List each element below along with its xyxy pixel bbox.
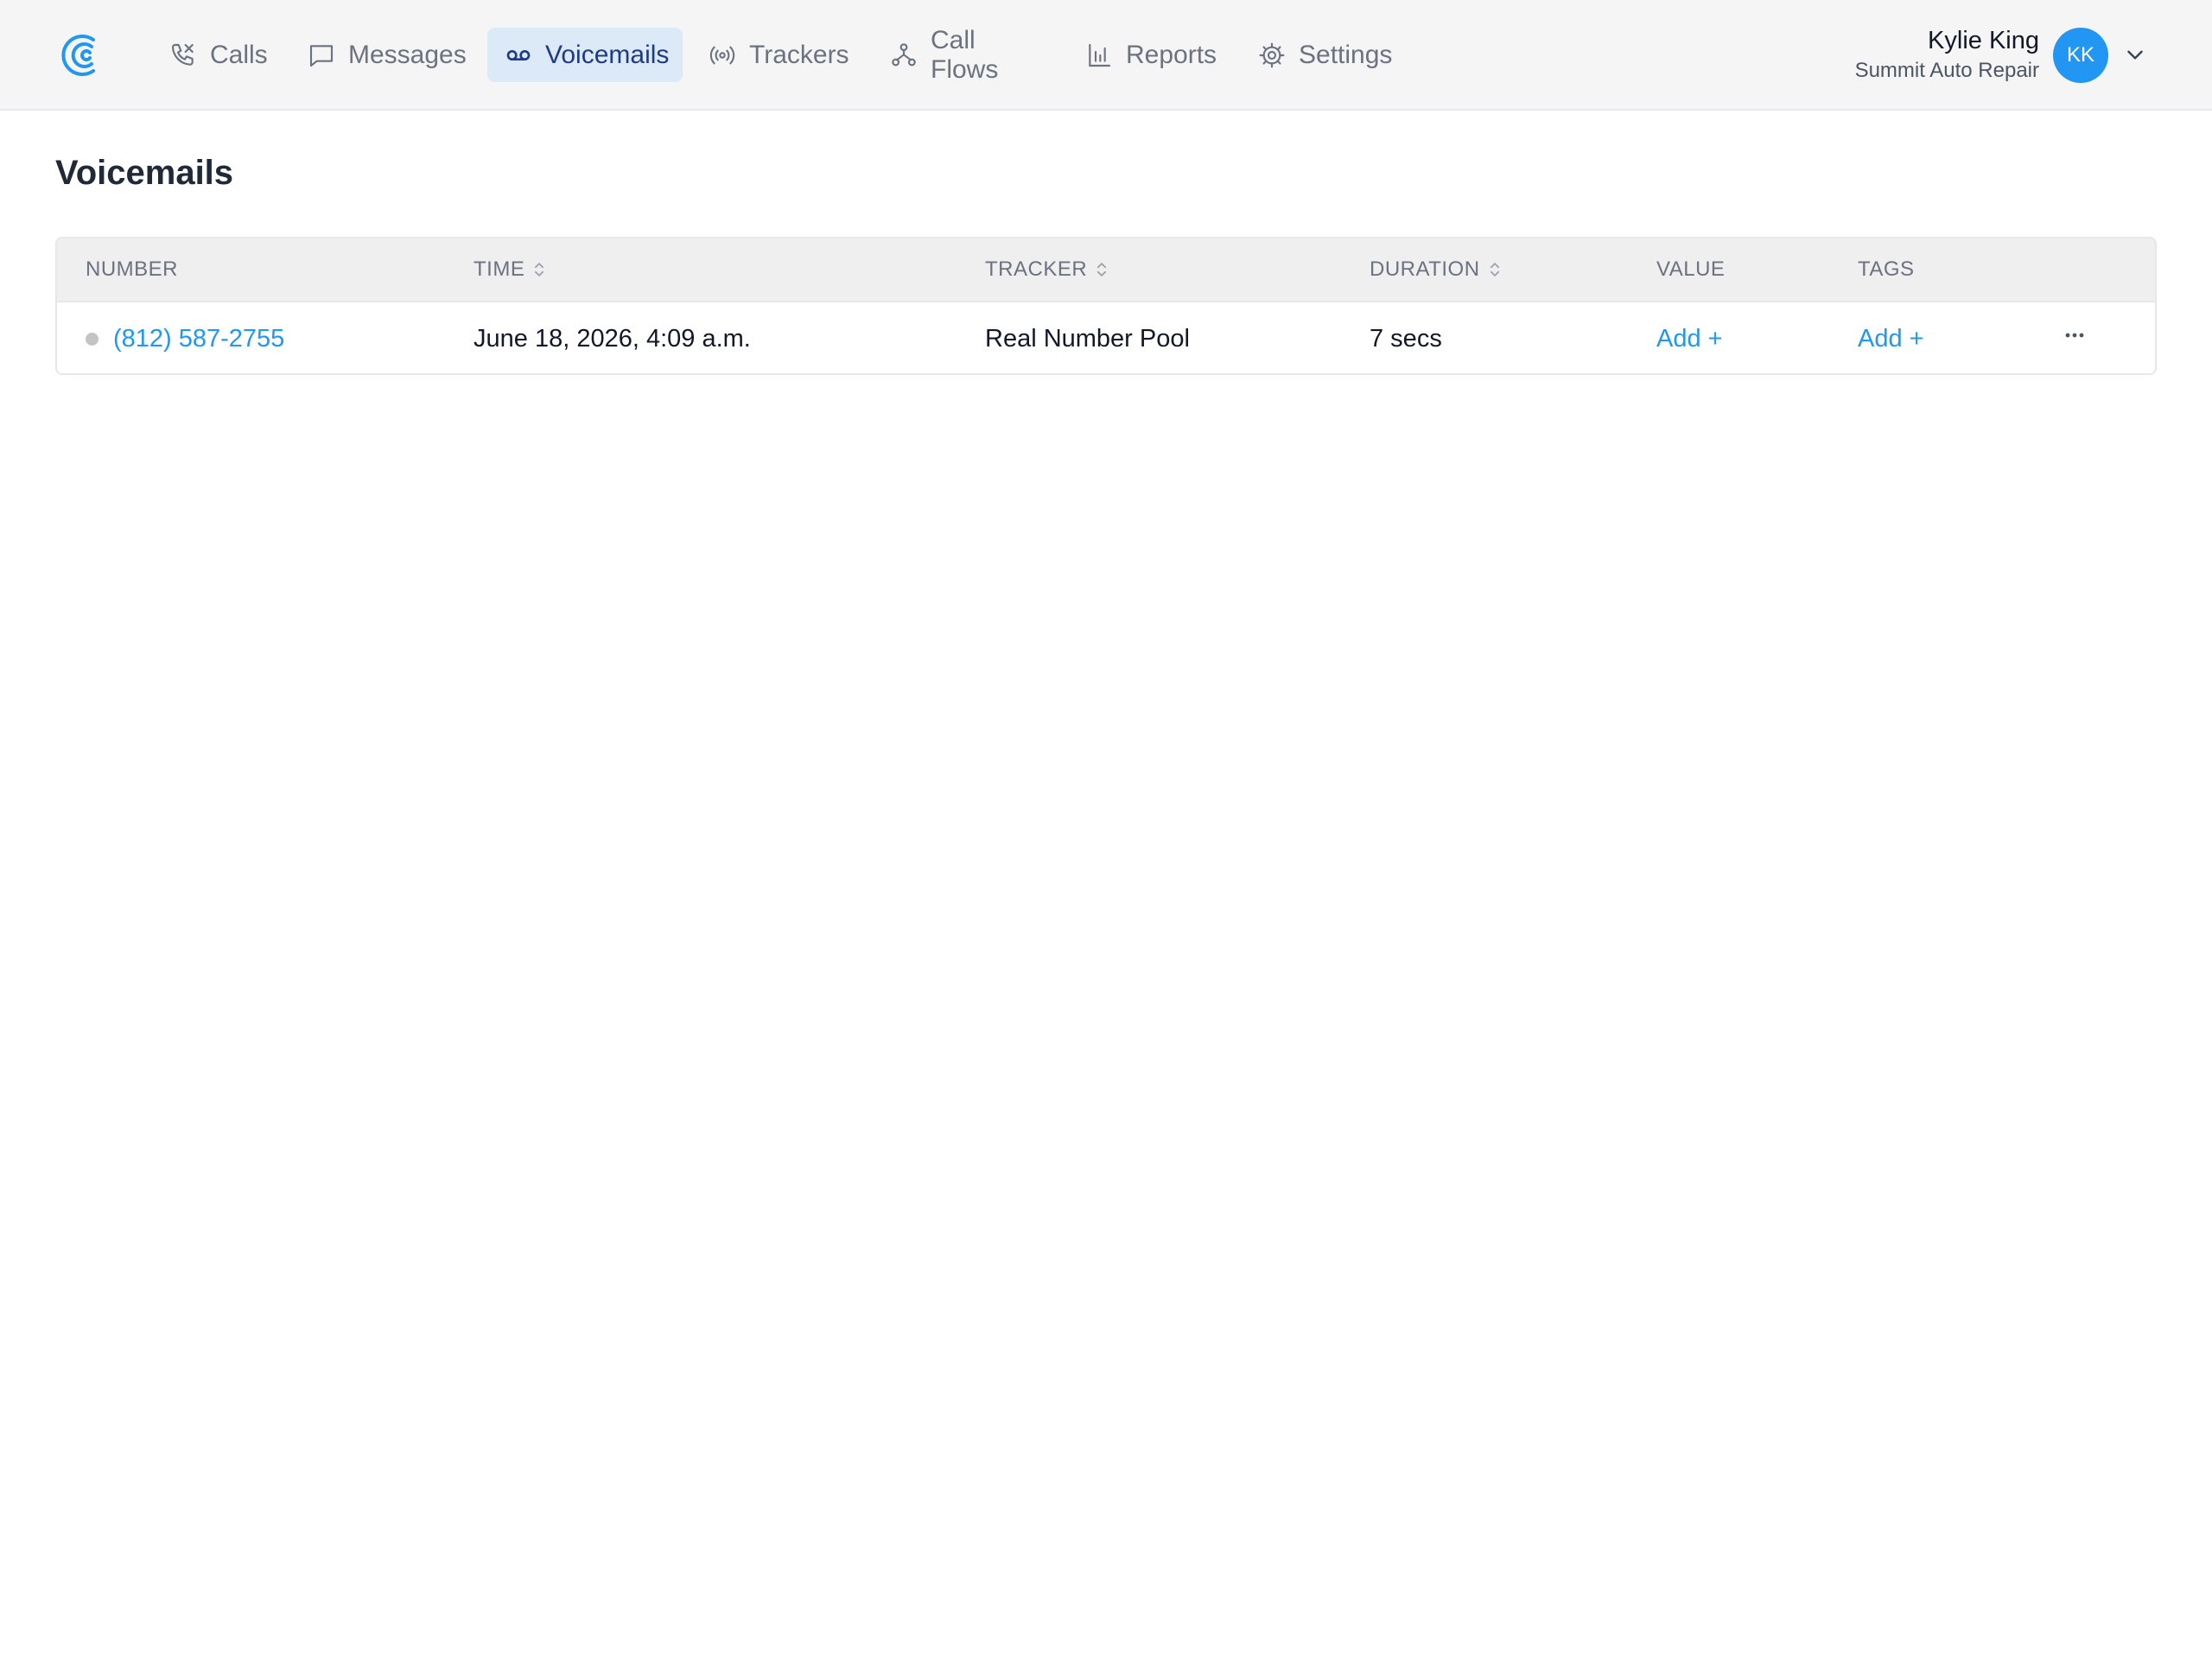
nav-label-trackers: Trackers bbox=[749, 40, 849, 69]
nav-item-reports[interactable]: Reports bbox=[1080, 28, 1222, 82]
message-icon bbox=[309, 44, 334, 67]
table-header: NUMBER TIME TRACKER DURATION VALUE TAGS bbox=[57, 238, 2155, 302]
user-name: Kylie King bbox=[1928, 27, 2039, 54]
column-header-number: NUMBER bbox=[86, 238, 178, 301]
phone-icon bbox=[171, 43, 194, 66]
column-label-value: VALUE bbox=[1656, 257, 1726, 281]
avatar[interactable]: KK bbox=[2053, 28, 2108, 83]
nav-item-call-flows[interactable]: Call Flows bbox=[885, 25, 1003, 84]
cell-number: (812) 587-2755 bbox=[86, 302, 284, 373]
broadcast-icon bbox=[709, 46, 735, 64]
caller-number-link[interactable]: (812) 587-2755 bbox=[113, 325, 284, 353]
column-header-value: VALUE bbox=[1656, 238, 1725, 301]
nav-item-messages[interactable]: Messages bbox=[302, 28, 472, 82]
chevron-down-icon[interactable] bbox=[2124, 43, 2146, 66]
user-organization: Summit Auto Repair bbox=[1854, 59, 2039, 82]
table-row[interactable]: (812) 587-2755 June 18, 2026, 4:09 a.m. … bbox=[57, 302, 2155, 373]
add-value-button[interactable]: Add + bbox=[1656, 302, 1723, 373]
cell-duration: 7 secs bbox=[1370, 324, 1442, 353]
flow-icon bbox=[892, 42, 916, 66]
cell-tracker: Real Number Pool bbox=[985, 324, 1190, 353]
bar-chart-icon bbox=[1089, 43, 1111, 67]
nav-label-settings: Settings bbox=[1299, 40, 1393, 69]
sort-icon bbox=[1490, 263, 1499, 276]
nav-label-call-flows: Call Flows bbox=[931, 25, 999, 84]
sort-icon bbox=[535, 263, 544, 276]
user-menu[interactable]: Kylie King Summit Auto Repair bbox=[1855, 24, 2039, 85]
top-navigation-bar: Calls Messages Voicemails Trackers Call … bbox=[0, 0, 2212, 111]
add-tag-button[interactable]: Add + bbox=[1858, 302, 1924, 373]
sort-icon bbox=[1097, 263, 1107, 276]
nav-label-calls: Calls bbox=[210, 40, 268, 69]
page-title: Voicemails bbox=[55, 154, 234, 192]
column-label-tags: TAGS bbox=[1858, 257, 1915, 281]
column-label-tracker: TRACKER bbox=[985, 257, 1088, 281]
column-header-tracker[interactable]: TRACKER bbox=[985, 238, 1109, 301]
nav-item-trackers[interactable]: Trackers bbox=[703, 28, 855, 82]
column-label-duration: DURATION bbox=[1370, 257, 1480, 281]
voicemail-icon bbox=[506, 49, 531, 60]
nav-label-messages: Messages bbox=[348, 40, 467, 69]
gear-icon bbox=[1259, 42, 1285, 67]
more-options-icon[interactable] bbox=[2062, 325, 2088, 351]
column-header-tags: TAGS bbox=[1858, 238, 1915, 301]
nav-item-settings[interactable]: Settings bbox=[1253, 28, 1397, 82]
column-header-time[interactable]: TIME bbox=[474, 238, 547, 301]
status-dot bbox=[86, 332, 99, 346]
app-logo-icon[interactable] bbox=[60, 33, 100, 78]
nav-item-calls[interactable]: Calls bbox=[164, 28, 273, 82]
column-header-duration[interactable]: DURATION bbox=[1370, 238, 1503, 301]
nav-label-reports: Reports bbox=[1126, 40, 1217, 69]
column-label-number: NUMBER bbox=[86, 257, 179, 281]
voicemails-table: NUMBER TIME TRACKER DURATION VALUE TAGS bbox=[55, 237, 2157, 375]
cell-time: June 18, 2026, 4:09 a.m. bbox=[474, 324, 751, 353]
nav-label-voicemails: Voicemails bbox=[545, 40, 670, 69]
nav-item-voicemails[interactable]: Voicemails bbox=[487, 28, 683, 82]
column-label-time: TIME bbox=[474, 257, 525, 281]
